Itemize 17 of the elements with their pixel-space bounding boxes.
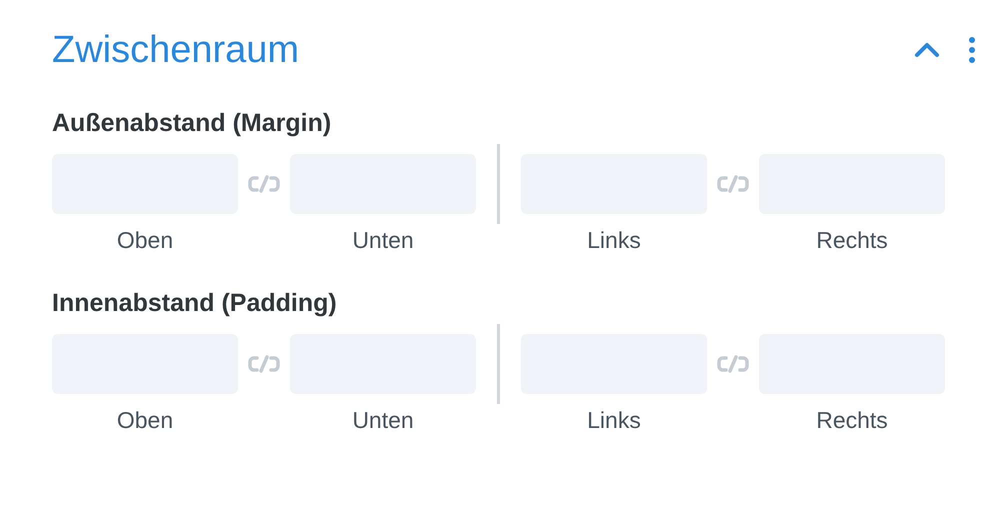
unlinked-chain-icon[interactable] [717,354,749,374]
section-title: Zwischenraum [52,28,300,72]
group-label: Außenabstand (Margin) [52,108,332,138]
unlinked-chain-icon[interactable] [248,354,280,374]
unlinked-chain-icon[interactable] [248,174,280,194]
unlinked-chain-icon[interactable] [717,174,749,194]
group-label: Innenabstand (Padding) [52,288,338,318]
field-label: Rechts [816,226,888,254]
field-label: Oben [116,226,174,254]
field-label: Rechts [816,406,888,434]
field-label: Oben [116,406,174,434]
more-menu-icon[interactable] [968,37,976,63]
field-label: Links [587,406,641,434]
chevron-up-icon[interactable] [914,42,940,58]
field-label: Links [587,226,641,254]
field-label: Unten [352,226,414,254]
field-label: Unten [352,406,414,434]
